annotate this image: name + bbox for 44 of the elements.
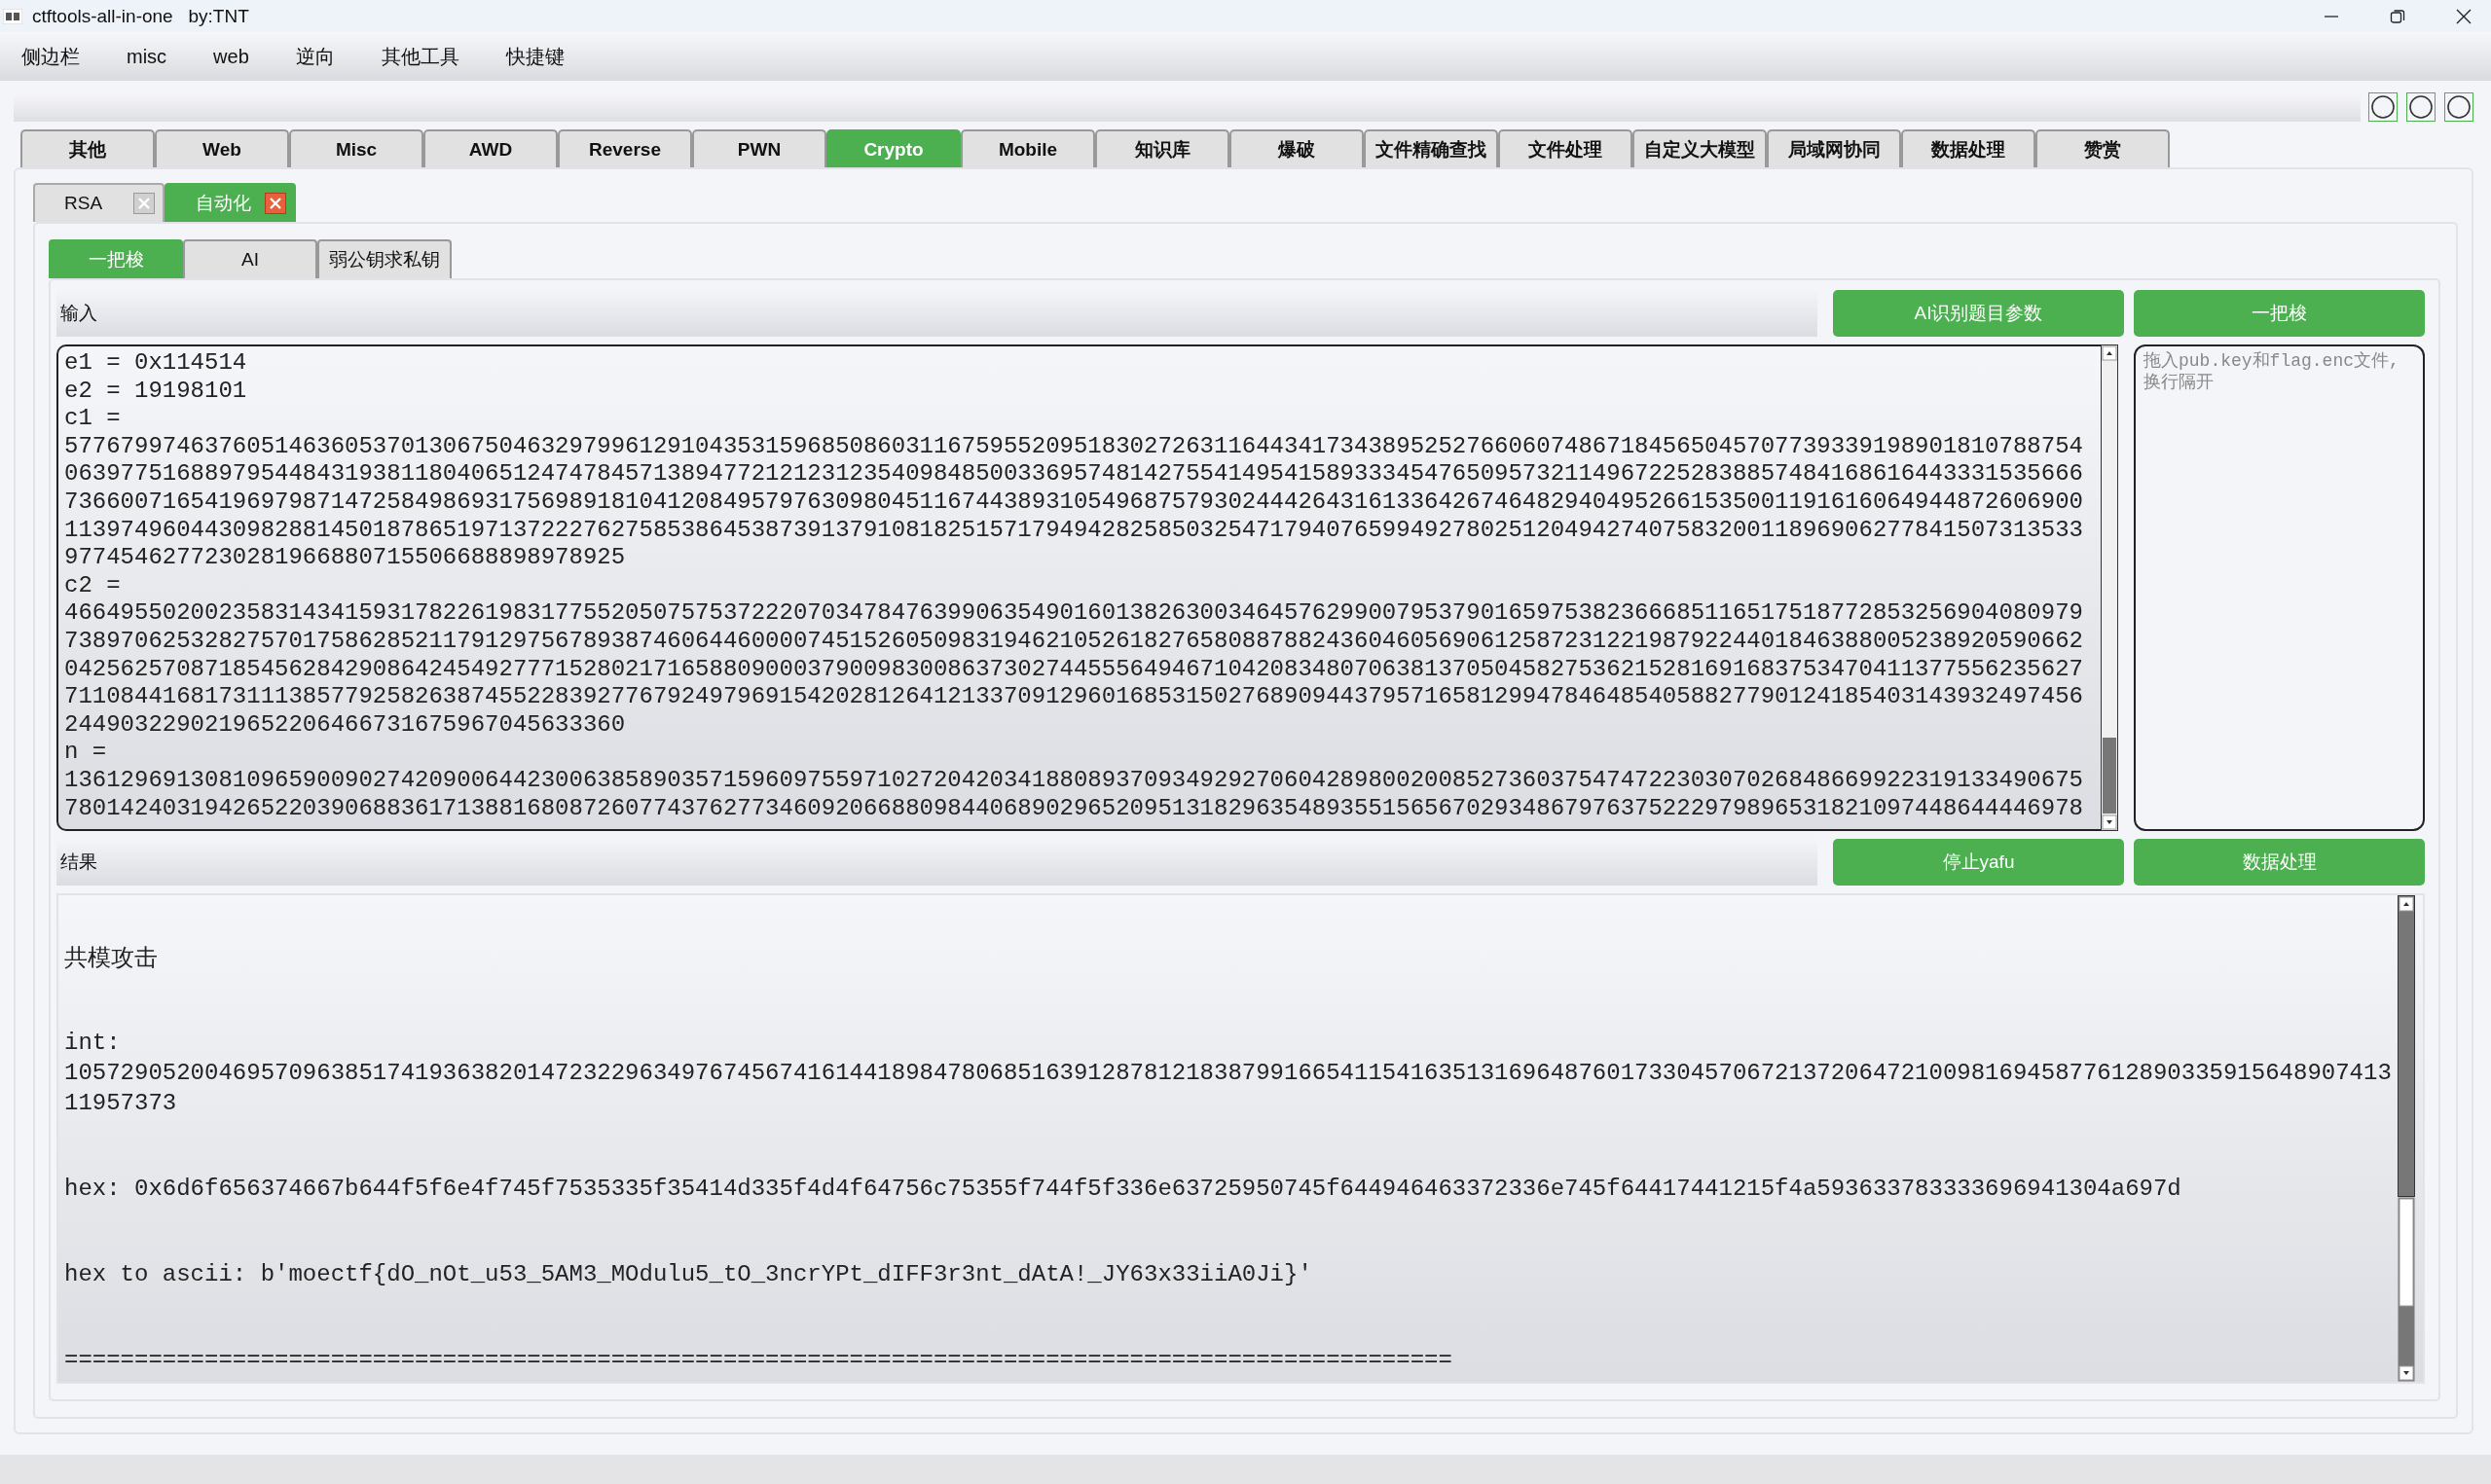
menu-item[interactable]: web [213, 45, 249, 68]
tab[interactable]: 自定义大模型 [1632, 129, 1767, 167]
scrollbar-thumb[interactable] [2398, 1197, 2415, 1382]
input-text: e1 = 0x114514 e2 = 19198101 c1 = 5776799746376051463605370130675046329799612910435315968508603116759552095183027263116443417343895252766060748671845650457077393391989018107887540639775168897954484319381180406512474784571389477212123123540984850033695748142755414954158933345476509573211496722528388574841686164433315356667366007165419697987147258498693175698918104120849579763098045116744389310549687579302444264316133642674648294049526615350011916160649448726069001139749604430982881450187865197137222762758538645387391379108182515717949428258503254717940765994927802512049427407583200118969062778415073135339774546277230281966880715506688898978925 c2 = 4664955020023583143415931782261983177552050757537222070347847639906354901601382630034645762990079537901659753823666851165175187728532569040809797389706253282757017586285211791297567893874606446000074515260509831946210526182765808878824360460569061258723122198792244018463880052389205906620425625708718545628429086424549277715280217165880900037900983008637302744555649467104208348070638137050458275362152816916837534704113775562356277110844168173111385779258263874552283927767924979691542028126412133709129601685315027689094437957165812994784648540588277901241854031439324974562449032290219652206466731675967045633360 n = 136129691308109659009027420900644230063858903571596097559710272042034188089370934929270604289800200852736037547472230307026848669922319133490675780142403194265220390688361713881680872607743762773460920668809844068902965209513182963548935515656702934867976375222979896531821097448644446978 [64, 349, 2083, 823]
window-title: ctftools-all-in-one by:TNT [32, 5, 249, 27]
result-line: int: 105729052004695709638517419363820147232296349767456741614418984780685163912878121838799166541154163513169648760173304570672137206472100981694587761289033591564890741311957373 [64, 1029, 2392, 1118]
tab[interactable]: 赞赏 [2035, 129, 2170, 167]
tab[interactable]: 其他 [20, 129, 155, 167]
tab[interactable]: AI [183, 239, 317, 278]
tab-label[interactable]: RSA [64, 193, 103, 214]
tab[interactable]: Misc [289, 129, 423, 167]
tab[interactable]: 知识库 [1095, 129, 1229, 167]
menu-item[interactable]: 逆向 [295, 43, 335, 70]
result-line: hex: 0x6d6f656374667b644f5f6e4f745f7535335f35414d335f4d4f64756c75355f744f5f336e63725950745f644946463372336e745f64417441215f4a593633783333696941304a697d [64, 1175, 2182, 1204]
tab[interactable]: 文件处理 [1498, 129, 1632, 167]
tab[interactable]: Mobile [961, 129, 1095, 167]
menu-item[interactable]: 快捷键 [505, 43, 565, 70]
tab[interactable]: 数据处理 [1901, 129, 2035, 167]
tab[interactable]: 文件精确查找 [1364, 129, 1498, 167]
file-drop-field[interactable]: 拖入pub.key和flag.enc文件,换行隔开 [2134, 344, 2425, 831]
section-label: 结果 [60, 851, 97, 874]
menu-item[interactable]: 侧边栏 [21, 43, 80, 70]
menu-item[interactable]: misc [127, 45, 167, 68]
result-line: hex to ascii: b'moectf{dO_nOt_u53_5AM3_MOdulu5_tO_3ncrYPt_dIFF3r3nt_dAtA!_JY63x33iiA0Ji}' [64, 1260, 1313, 1289]
circle-button-icon[interactable] [2444, 92, 2473, 122]
circle-button-icon[interactable] [2406, 92, 2436, 122]
tab[interactable]: 爆破 [1229, 129, 1364, 167]
close-icon[interactable] [2456, 8, 2472, 24]
restore-icon[interactable] [2390, 8, 2405, 24]
app-icon [3, 8, 22, 24]
scrollbar[interactable] [2398, 895, 2415, 1197]
scrollbar[interactable] [2101, 344, 2118, 831]
tab[interactable]: 局域网协同 [1767, 129, 1901, 167]
tab[interactable]: PWN [692, 129, 826, 167]
tab[interactable]: RSA [33, 183, 165, 222]
tab[interactable]: Web [155, 129, 289, 167]
section-label: 输入 [60, 302, 97, 325]
tab[interactable]: AWD [423, 129, 558, 167]
separator-line: =================================================================================================== [64, 1346, 1453, 1375]
tab[interactable]: 弱公钥求私钥 [317, 239, 452, 278]
circle-button-icon[interactable] [2368, 92, 2398, 122]
result-title: 共模攻击 [64, 943, 159, 972]
tab[interactable]: Reverse [558, 129, 692, 167]
menu-item[interactable]: 其他工具 [381, 43, 459, 70]
